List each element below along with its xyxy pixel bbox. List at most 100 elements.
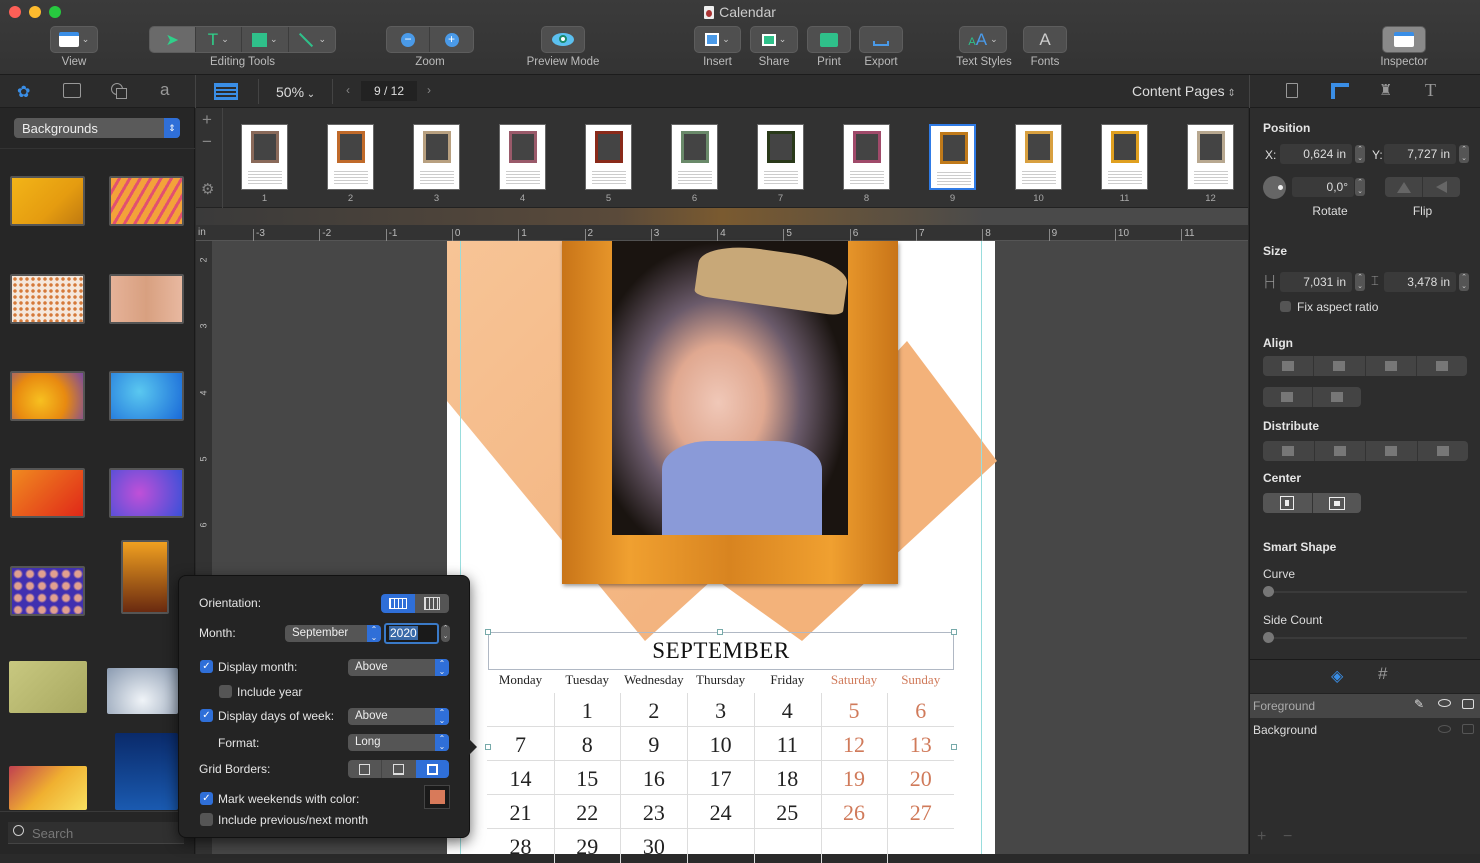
background-thumbnail[interactable]: [9, 661, 87, 713]
calendar-day[interactable]: 1: [554, 698, 621, 724]
page-thumbnail[interactable]: [327, 124, 374, 190]
calendar-day[interactable]: 4: [754, 698, 821, 724]
content-pages-dropdown[interactable]: Content Pages ⇕: [1132, 83, 1236, 99]
book-view-icon[interactable]: [214, 83, 238, 100]
format-select[interactable]: Long ⌃ ⌄: [348, 734, 449, 751]
selection-handle[interactable]: [717, 629, 723, 635]
curve-slider-track[interactable]: [1267, 591, 1467, 593]
page-indicator[interactable]: 9 / 12: [361, 81, 417, 101]
orientation-landscape-button[interactable]: [381, 594, 415, 613]
visibility-eye-icon[interactable]: [1438, 725, 1451, 733]
page-thumbnail[interactable]: [929, 124, 976, 190]
align-center-vertical-button[interactable]: [1313, 387, 1362, 407]
align-top-button[interactable]: [1366, 356, 1417, 376]
layers-icon[interactable]: ◈: [1331, 666, 1343, 686]
background-thumbnail[interactable]: [107, 668, 178, 714]
brush-inspector-icon[interactable]: ♜: [1379, 81, 1392, 99]
calendar-day[interactable]: 22: [554, 800, 621, 826]
side-count-slider-knob[interactable]: [1263, 632, 1274, 643]
share-button[interactable]: ⌄: [750, 26, 798, 53]
height-field[interactable]: 3,478 in: [1384, 272, 1456, 292]
remove-page-button[interactable]: −: [202, 132, 212, 152]
rotation-stepper[interactable]: ⌃ ⌄: [1355, 178, 1365, 196]
include-prev-next-checkbox[interactable]: [200, 813, 213, 826]
document-inspector-icon[interactable]: [1286, 83, 1298, 98]
curve-slider-knob[interactable]: [1263, 586, 1274, 597]
calendar-day[interactable]: 19: [821, 766, 888, 792]
calendar-day[interactable]: 7: [487, 732, 554, 758]
calendar-day[interactable]: 2: [620, 698, 687, 724]
gear-icon[interactable]: ⚙: [201, 180, 214, 198]
text-inspector-icon[interactable]: T: [1425, 80, 1436, 101]
calendar-day[interactable]: 3: [687, 698, 754, 724]
export-button[interactable]: [859, 26, 903, 53]
wooden-photo-frame[interactable]: [562, 240, 898, 584]
background-thumbnail[interactable]: [109, 176, 184, 226]
calendar-day[interactable]: 16: [620, 766, 687, 792]
calendar-day[interactable]: 20: [887, 766, 954, 792]
zoom-out-button[interactable]: −: [387, 27, 431, 52]
add-page-button[interactable]: +: [202, 110, 212, 130]
grid-borders-all-button[interactable]: [415, 760, 449, 778]
y-position-field[interactable]: 7,727 in: [1384, 144, 1456, 164]
calendar-day[interactable]: 18: [754, 766, 821, 792]
page-thumbnail[interactable]: [671, 124, 718, 190]
calendar-day[interactable]: 6: [887, 698, 954, 724]
image-icon[interactable]: [63, 83, 81, 98]
page-thumbnail[interactable]: [241, 124, 288, 190]
calendar-day[interactable]: 25: [754, 800, 821, 826]
calendar-day[interactable]: 10: [687, 732, 754, 758]
calendar-day[interactable]: 8: [554, 732, 621, 758]
fix-aspect-checkbox[interactable]: [1280, 301, 1291, 312]
y-stepper[interactable]: ⌃ ⌄: [1459, 145, 1469, 163]
text-styles-button[interactable]: AA ⌄: [959, 26, 1007, 53]
inspector-button[interactable]: [1382, 26, 1426, 53]
page-thumbnail[interactable]: [1101, 124, 1148, 190]
align-center-horizontal-button[interactable]: [1263, 387, 1313, 407]
calendar-page[interactable]: SEPTEMBER: [447, 240, 997, 854]
rotation-field[interactable]: 0,0°: [1292, 177, 1354, 197]
mark-weekends-checkbox[interactable]: ✓: [200, 792, 213, 805]
page-thumbnail[interactable]: [413, 124, 460, 190]
selection-handle[interactable]: [485, 629, 491, 635]
pencil-icon[interactable]: ✎: [1414, 697, 1424, 711]
insert-button[interactable]: ⌄: [694, 26, 741, 53]
flower-icon[interactable]: ✿: [17, 82, 30, 102]
width-field[interactable]: 7,031 in: [1280, 272, 1352, 292]
flip-horizontal-button[interactable]: [1385, 177, 1423, 197]
display-month-checkbox[interactable]: ✓: [200, 660, 213, 673]
center-horizontal-button[interactable]: [1263, 493, 1313, 513]
display-days-select[interactable]: Above ⌃ ⌄: [348, 708, 449, 725]
page-thumbnail[interactable]: [499, 124, 546, 190]
remove-layer-button[interactable]: −: [1283, 828, 1292, 846]
category-dropdown[interactable]: Backgrounds ⇕: [14, 118, 180, 138]
grid-borders-none-button[interactable]: [348, 760, 383, 778]
page-thumbnail[interactable]: [843, 124, 890, 190]
calendar-day[interactable]: 9: [620, 732, 687, 758]
flip-vertical-button[interactable]: [1423, 177, 1460, 197]
width-stepper[interactable]: ⌃ ⌄: [1355, 273, 1365, 291]
horizontal-ruler[interactable]: in -3 -2 -1 0 1 2 3 4 5 6 7 8 9 10 11: [196, 225, 1248, 241]
background-thumbnail[interactable]: [10, 371, 85, 421]
text-tool-button[interactable]: T ⌄: [196, 27, 243, 52]
calendar-day[interactable]: 12: [821, 732, 888, 758]
background-thumbnail[interactable]: [9, 766, 87, 810]
background-thumbnail[interactable]: [109, 371, 184, 421]
select-tool-button[interactable]: ➤: [150, 27, 196, 52]
include-year-checkbox[interactable]: [219, 685, 232, 698]
distribute-v-space-button[interactable]: [1418, 441, 1469, 461]
year-input[interactable]: 2020: [384, 623, 439, 644]
page-thumbnail[interactable]: [1015, 124, 1062, 190]
month-select[interactable]: September ⌃ ⌄: [285, 625, 381, 642]
preview-mode-button[interactable]: [541, 26, 585, 53]
background-thumbnail[interactable]: [10, 566, 85, 616]
orientation-portrait-button[interactable]: [415, 594, 449, 613]
selection-handle[interactable]: [951, 629, 957, 635]
calendar-day[interactable]: 15: [554, 766, 621, 792]
view-button[interactable]: ⌄: [50, 26, 98, 53]
line-tool-button[interactable]: ⌄: [289, 27, 335, 52]
calendar-day[interactable]: 28: [487, 834, 554, 860]
align-bottom-button[interactable]: [1417, 356, 1467, 376]
ruler-inspector-icon[interactable]: [1331, 83, 1349, 99]
previous-page-button[interactable]: ‹: [346, 83, 350, 97]
